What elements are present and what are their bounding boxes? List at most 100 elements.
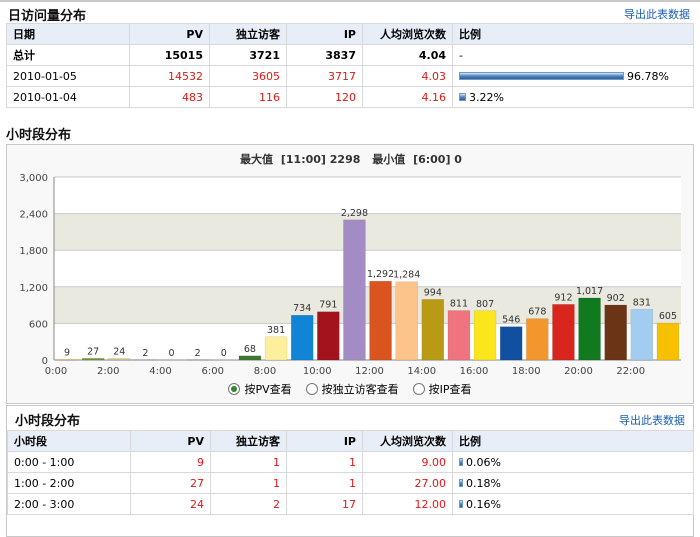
- radio-label: 按独立访客查看: [322, 381, 399, 397]
- row-pv: 483: [130, 87, 210, 108]
- table-row: 2010-01-04 483 116 120 4.16 3.22%: [7, 87, 694, 108]
- ratio-bar: [459, 458, 463, 466]
- chart-bar: [317, 312, 339, 360]
- ratio-bar: [459, 72, 624, 80]
- hourly-table-header: 小时段 PV 独立访客 IP 人均浏览次数 比例: [8, 431, 694, 452]
- table-row: 1:00 - 2:00 27 1 1 27.00 0.18%: [8, 473, 694, 494]
- row-ip: 17: [287, 494, 363, 515]
- x-tick-label: 18:00: [512, 366, 541, 377]
- chart-view-radios: 按PV查看 按独立访客查看 按IP查看: [0, 381, 700, 397]
- x-tick-label: 8:00: [254, 366, 276, 377]
- top-border: [0, 0, 700, 2]
- daily-table: 日期 PV 独立访客 IP 人均浏览次数 比例 总计 15015 3721 38…: [6, 23, 694, 108]
- hourly-table: 小时段 PV 独立访客 IP 人均浏览次数 比例 0:00 - 1:00 9 1…: [7, 430, 694, 515]
- radio-view-ip[interactable]: 按IP查看: [413, 381, 472, 397]
- data-label: 811: [450, 299, 468, 310]
- chart-bar: [370, 281, 392, 360]
- row-date: 2010-01-05: [7, 66, 130, 87]
- row-uv: 3605: [210, 66, 287, 87]
- data-label: 678: [528, 307, 546, 318]
- hourly-chart-panel: 最大值 [11:00] 2298 最小值 [6:00] 0 06001,2001…: [6, 144, 694, 404]
- col-uv[interactable]: 独立访客: [211, 431, 287, 452]
- row-ratio: 3.22%: [453, 87, 694, 108]
- col-avg[interactable]: 人均浏览次数: [363, 431, 453, 452]
- chart-bar: [500, 327, 522, 360]
- chart-bar: [422, 299, 444, 360]
- data-label: 546: [502, 315, 520, 326]
- radio-label: 按PV查看: [244, 381, 291, 397]
- data-label: 9: [64, 347, 70, 358]
- chart-bar: [82, 358, 104, 360]
- col-date[interactable]: 日期: [7, 24, 130, 45]
- data-label: 24: [113, 347, 125, 358]
- data-label: 27: [87, 346, 99, 357]
- x-tick-label: 14:00: [407, 366, 436, 377]
- col-ratio: 比例: [453, 24, 694, 45]
- ratio-bar: [459, 93, 466, 101]
- row-uv: 1: [211, 473, 287, 494]
- total-ip: 3837: [287, 45, 363, 66]
- radio-dot[interactable]: [228, 383, 240, 395]
- x-tick-label: 22:00: [616, 366, 645, 377]
- daily-export-link[interactable]: 导出此表数据: [624, 6, 690, 22]
- col-pv[interactable]: PV: [130, 24, 210, 45]
- col-ratio: 比例: [453, 431, 694, 452]
- total-uv: 3721: [210, 45, 287, 66]
- total-label: 总计: [7, 45, 130, 66]
- radio-dot[interactable]: [306, 383, 318, 395]
- row-ratio: 0.18%: [453, 473, 694, 494]
- chart-bar: [265, 337, 287, 360]
- table-row: 0:00 - 1:00 9 1 1 9.00 0.06%: [8, 452, 694, 473]
- row-date: 2010-01-04: [7, 87, 130, 108]
- row-ratio: 0.16%: [453, 494, 694, 515]
- max-label: 最大值: [240, 152, 273, 166]
- y-tick-label: 1,200: [19, 283, 48, 294]
- max-value: [11:00] 2298: [281, 153, 361, 166]
- data-label: 902: [607, 293, 625, 304]
- ratio-text: 96.78%: [627, 70, 669, 83]
- data-label: 791: [319, 300, 337, 311]
- chart-bar: [343, 220, 365, 360]
- radio-label: 按IP查看: [429, 381, 472, 397]
- table-row: 2:00 - 3:00 24 2 17 12.00 0.16%: [8, 494, 694, 515]
- col-ip[interactable]: IP: [287, 431, 363, 452]
- hourly-table-title: 小时段分布: [15, 410, 80, 429]
- table-row: 2010-01-05 14532 3605 3717 4.03 96.78%: [7, 66, 694, 87]
- row-pv: 9: [131, 452, 211, 473]
- chart-bar: [657, 323, 679, 360]
- data-label: 831: [633, 297, 651, 308]
- col-pv[interactable]: PV: [131, 431, 211, 452]
- data-label: 1,284: [393, 270, 420, 281]
- row-ip: 120: [287, 87, 363, 108]
- radio-dot[interactable]: [413, 383, 425, 395]
- row-avg: 4.03: [363, 66, 453, 87]
- radio-view-uv[interactable]: 按独立访客查看: [306, 381, 399, 397]
- ratio-text: 0.06%: [466, 456, 501, 469]
- col-period[interactable]: 小时段: [8, 431, 131, 452]
- x-tick-label: 16:00: [460, 366, 489, 377]
- row-pv: 14532: [130, 66, 210, 87]
- data-label: 1,292: [367, 269, 394, 280]
- daily-section-title: 日访问量分布: [8, 5, 86, 24]
- col-avg[interactable]: 人均浏览次数: [363, 24, 453, 45]
- data-label: 912: [554, 292, 572, 303]
- chart-bar: [526, 319, 548, 360]
- x-tick-label: 10:00: [303, 366, 332, 377]
- y-tick-label: 3,000: [19, 173, 48, 184]
- col-ip[interactable]: IP: [287, 24, 363, 45]
- ratio-bar: [459, 500, 463, 508]
- hourly-export-link[interactable]: 导出此表数据: [619, 412, 685, 428]
- data-label: 605: [659, 311, 677, 322]
- hourly-table-panel: 小时段分布 导出此表数据 小时段 PV 独立访客 IP 人均浏览次数 比例 0:…: [6, 405, 694, 537]
- data-label: 0: [221, 348, 227, 359]
- row-uv: 2: [211, 494, 287, 515]
- ratio-text: 3.22%: [469, 91, 504, 104]
- data-label: 807: [476, 299, 494, 310]
- row-period: 2:00 - 3:00: [8, 494, 131, 515]
- col-uv[interactable]: 独立访客: [210, 24, 287, 45]
- radio-view-pv[interactable]: 按PV查看: [228, 381, 291, 397]
- data-label: 381: [267, 325, 285, 336]
- data-label: 994: [424, 287, 442, 298]
- data-label: 68: [244, 344, 256, 355]
- row-avg: 27.00: [363, 473, 453, 494]
